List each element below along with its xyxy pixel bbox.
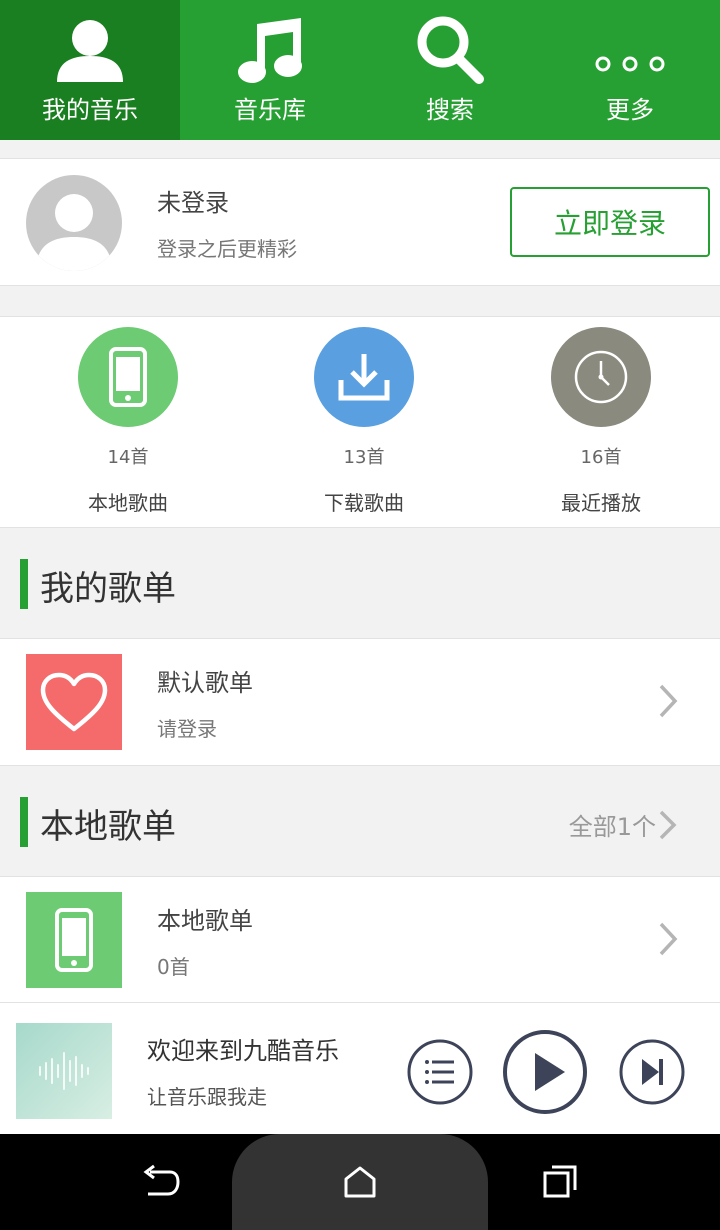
- default-avatar-icon: [36, 194, 112, 271]
- track-title: 欢迎来到九酷音乐: [147, 1037, 339, 1065]
- downloaded-songs-count: 13首: [343, 447, 385, 468]
- playlist-row-local[interactable]: 本地歌单 0首: [0, 876, 720, 1004]
- view-all-link[interactable]: 全部1个: [569, 807, 656, 842]
- music-note-icon: [238, 18, 302, 83]
- track-subtitle: 让音乐跟我走: [147, 1085, 267, 1109]
- section-title: 我的歌单: [40, 569, 176, 609]
- sound-wave-icon: [39, 1052, 89, 1090]
- playlist-subtitle: 请登录: [157, 717, 217, 741]
- top-tab-bar: 我的音乐 音乐库 搜索 更多: [0, 0, 720, 140]
- tab-label: 我的音乐: [42, 96, 138, 124]
- recent-plays-label: 最近播放: [561, 491, 641, 515]
- clock-icon: [574, 350, 628, 404]
- mini-player[interactable]: 欢迎来到九酷音乐 让音乐跟我走: [0, 1002, 720, 1134]
- play-button[interactable]: [502, 1029, 588, 1115]
- recents-button[interactable]: [520, 1134, 600, 1230]
- section-title: 本地歌单: [40, 807, 176, 847]
- login-hint: 登录之后更精彩: [157, 237, 297, 261]
- tab-search[interactable]: 搜索: [360, 0, 540, 140]
- recents-icon: [543, 1165, 577, 1198]
- local-playlists-header: 本地歌单 全部1个: [0, 793, 720, 853]
- playlist-title: 本地歌单: [157, 907, 253, 935]
- playlist-thumbnail: [26, 892, 122, 988]
- my-playlists-header: 我的歌单: [0, 555, 720, 615]
- section-accent-bar: [20, 797, 28, 847]
- phone-icon: [109, 347, 147, 407]
- playlist-thumbnail: [26, 654, 122, 750]
- system-navigation-bar: [0, 1134, 720, 1230]
- recent-plays-count: 16首: [580, 447, 622, 468]
- next-button[interactable]: [619, 1039, 685, 1105]
- playlist-icon: [407, 1039, 473, 1105]
- login-button[interactable]: 立即登录: [510, 187, 710, 257]
- chevron-right-icon: [659, 684, 678, 718]
- download-icon: [338, 354, 390, 401]
- playlist-subtitle: 0首: [157, 955, 190, 979]
- playlist-button[interactable]: [407, 1039, 473, 1105]
- section-accent-bar: [20, 559, 28, 609]
- search-icon: [417, 16, 484, 84]
- tab-music-library[interactable]: 音乐库: [180, 0, 360, 140]
- tab-label: 更多: [606, 96, 654, 124]
- avatar[interactable]: [26, 175, 122, 271]
- home-button[interactable]: [320, 1134, 400, 1230]
- user-icon: [57, 20, 123, 82]
- login-card[interactable]: 未登录 登录之后更精彩 立即登录: [0, 158, 720, 286]
- local-songs-item[interactable]: 14首 本地歌曲: [58, 327, 198, 516]
- heart-icon: [40, 672, 108, 732]
- next-icon: [619, 1039, 685, 1105]
- album-cover[interactable]: [16, 1023, 112, 1119]
- home-icon: [344, 1166, 376, 1198]
- phone-icon: [55, 908, 93, 972]
- play-icon: [503, 1030, 587, 1114]
- tab-label: 音乐库: [234, 96, 306, 124]
- tab-label: 搜索: [426, 96, 474, 124]
- back-icon: [143, 1164, 180, 1196]
- login-status: 未登录: [157, 189, 229, 217]
- playlist-title: 默认歌单: [157, 669, 253, 697]
- chevron-right-icon: [659, 810, 677, 840]
- tab-more[interactable]: 更多: [540, 0, 720, 140]
- local-songs-count: 14首: [107, 447, 149, 468]
- tab-my-music[interactable]: 我的音乐: [0, 0, 180, 140]
- chevron-right-icon: [659, 922, 678, 956]
- recent-plays-item[interactable]: 16首 最近播放: [531, 327, 671, 516]
- quick-access-card: 14首 本地歌曲 13首 下载歌曲 16首 最近播放: [0, 316, 720, 528]
- more-dots-icon: [595, 56, 665, 72]
- downloaded-songs-item[interactable]: 13首 下载歌曲: [294, 327, 434, 516]
- back-button[interactable]: [120, 1134, 200, 1230]
- local-songs-label: 本地歌曲: [88, 491, 168, 515]
- playlist-row-default[interactable]: 默认歌单 请登录: [0, 638, 720, 766]
- downloaded-songs-label: 下载歌曲: [324, 491, 404, 515]
